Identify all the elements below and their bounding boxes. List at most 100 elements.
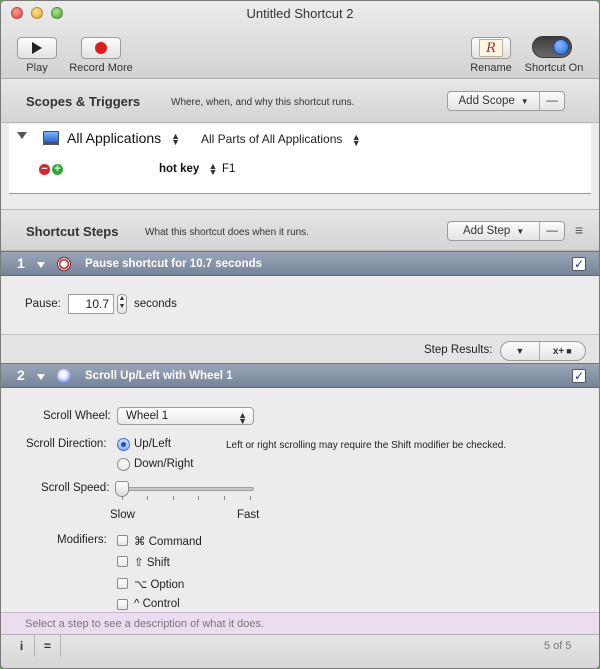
- record-more-label: Record More: [69, 62, 133, 74]
- scroll-speed-label: Scroll Speed:: [41, 482, 110, 494]
- scroll-wheel-label: Scroll Wheel:: [43, 410, 111, 422]
- scroll-wheel-value: Wheel 1: [126, 410, 169, 422]
- slider-tick: [147, 496, 148, 500]
- add-step-button[interactable]: Add Step ▼: [448, 222, 539, 240]
- slider-tick: [173, 496, 174, 500]
- bottom-bar: i = 5 of 5: [1, 634, 599, 668]
- step-results-row: Step Results: ▼ x+ ■: [1, 334, 599, 364]
- applications-icon: [43, 131, 59, 143]
- step-2-bar[interactable]: 2 Scroll Up/Left with Wheel 1 ✓: [1, 363, 599, 388]
- play-button[interactable]: [17, 37, 57, 59]
- dropdown-arrow-icon: ▼: [516, 226, 525, 236]
- step-description-bar: Select a step to see a description of wh…: [1, 612, 599, 634]
- control-modifier-checkbox[interactable]: [117, 599, 128, 610]
- scopes-panel: All Applications ▲ ▼ All Parts of All App…: [9, 124, 591, 194]
- step-results-label: Step Results:: [424, 344, 493, 356]
- scroll-speed-slider-track[interactable]: [117, 487, 254, 491]
- remove-trigger-icon[interactable]: −: [39, 164, 50, 175]
- steps-header: Shortcut Steps What this shortcut does w…: [1, 209, 599, 251]
- slider-tick: [198, 496, 199, 500]
- updown-icon: ▲ ▼: [238, 410, 247, 426]
- step-1-bar[interactable]: 1 Pause shortcut for 10.7 seconds ✓: [1, 251, 599, 276]
- scroll-direction-label: Scroll Direction:: [26, 438, 107, 450]
- pause-stepper[interactable]: ▲ ▼: [117, 294, 127, 314]
- command-modifier-label: ⌘ Command: [134, 536, 202, 548]
- option-modifier-label: ⌥ Option: [134, 579, 185, 591]
- parts-scope-value: All Parts of All Applications: [201, 132, 343, 146]
- speed-max-label: Fast: [237, 509, 260, 521]
- dropdown-arrow-icon: ▼: [520, 96, 529, 106]
- play-icon: [32, 42, 42, 54]
- rename-button[interactable]: R: [471, 37, 511, 59]
- scopes-subtitle: Where, when, and why this shortcut runs.: [171, 97, 355, 108]
- remove-scope-button[interactable]: —: [540, 92, 564, 110]
- step-enabled-checkbox[interactable]: ✓: [572, 257, 586, 271]
- variable-results-label: x+: [552, 345, 565, 357]
- step-count: 5 of 5: [544, 640, 572, 652]
- step-disclosure-icon[interactable]: [37, 374, 45, 380]
- command-modifier-checkbox[interactable]: [117, 535, 128, 546]
- step-title: Pause shortcut for 10.7 seconds: [85, 258, 263, 270]
- pause-seconds-input[interactable]: 10.7: [68, 294, 114, 314]
- slider-tick: [224, 496, 225, 500]
- option-modifier-checkbox[interactable]: [117, 578, 128, 589]
- play-label: Play: [26, 62, 48, 74]
- direction-down-right-label: Down/Right: [134, 458, 194, 470]
- shortcut-on-label: Shortcut On: [524, 62, 584, 74]
- step-number: 1: [17, 255, 25, 271]
- step-disclosure-icon[interactable]: [37, 262, 45, 268]
- speech-bubble-icon: ■: [566, 346, 572, 356]
- info-button[interactable]: i: [9, 635, 35, 657]
- rename-label: Rename: [470, 62, 512, 74]
- step-results-control: ▼ x+ ■: [500, 341, 586, 361]
- shortcut-on-toggle[interactable]: [532, 36, 572, 58]
- direction-up-left-radio[interactable]: [117, 438, 130, 451]
- updown-icon: ▲ ▼: [351, 131, 361, 148]
- pause-unit: seconds: [134, 298, 177, 310]
- record-icon: [95, 42, 107, 54]
- updown-icon: ▲ ▼: [171, 131, 180, 148]
- step-2-body: [1, 389, 599, 612]
- direction-up-left-label: Up/Left: [134, 438, 172, 450]
- list-view-button[interactable]: =: [35, 635, 61, 657]
- step-1-body: Pause: 10.7 ▲ ▼ seconds: [1, 277, 599, 334]
- step-enabled-checkbox[interactable]: ✓: [572, 369, 586, 383]
- trigger-type-popup[interactable]: hot key ▲ ▼: [159, 161, 218, 177]
- scope-disclosure-triangle[interactable]: [17, 132, 27, 139]
- slider-tick: [122, 496, 123, 500]
- add-step-label: Add Step: [462, 225, 511, 237]
- add-scope-button[interactable]: Add Scope ▼: [448, 92, 539, 110]
- speed-min-label: Slow: [110, 509, 135, 521]
- step-description-text: Select a step to see a description of wh…: [25, 618, 265, 630]
- add-scope-control: Add Scope ▼ —: [447, 91, 565, 111]
- scopes-header: Scopes & Triggers Where, when, and why t…: [1, 80, 599, 123]
- direction-note: Left or right scrolling may require the …: [226, 440, 507, 451]
- scroll-speed-slider-knob[interactable]: [115, 481, 129, 497]
- shortcut-editor-window: Untitled Shortcut 2 Play Record More R R…: [0, 0, 600, 669]
- direction-down-right-radio[interactable]: [117, 458, 130, 471]
- trigger-type-value: hot key: [159, 163, 200, 176]
- scroll-wheel-popup[interactable]: Wheel 1 ▲ ▼: [117, 407, 254, 426]
- steps-menu-icon[interactable]: ≡: [575, 222, 583, 238]
- step-title: Scroll Up/Left with Wheel 1: [85, 370, 233, 382]
- record-more-button[interactable]: [81, 37, 121, 59]
- app-scope-popup[interactable]: All Applications ▲ ▼: [67, 130, 180, 148]
- add-trigger-icon[interactable]: +: [52, 164, 63, 175]
- pause-clock-icon: [57, 257, 71, 271]
- rename-icon: R: [479, 39, 503, 57]
- parts-scope-popup[interactable]: All Parts of All Applications ▲ ▼: [201, 131, 361, 148]
- applications-icon-base: [43, 143, 59, 145]
- shift-modifier-checkbox[interactable]: [117, 556, 128, 567]
- steps-title: Shortcut Steps: [26, 224, 119, 239]
- step-number: 2: [17, 367, 25, 383]
- modifiers-label: Modifiers:: [57, 534, 107, 546]
- app-scope-value: All Applications: [67, 130, 162, 146]
- steps-subtitle: What this shortcut does when it runs.: [145, 227, 309, 238]
- variable-results-button[interactable]: x+ ■: [540, 342, 585, 360]
- remove-step-button[interactable]: —: [540, 222, 564, 240]
- trigger-key-field[interactable]: F1: [222, 163, 235, 175]
- pause-label: Pause:: [25, 298, 61, 310]
- filter-results-icon[interactable]: ▼: [501, 342, 539, 360]
- updown-icon: ▲ ▼: [208, 161, 218, 177]
- control-modifier-label: ^ Control: [134, 598, 180, 610]
